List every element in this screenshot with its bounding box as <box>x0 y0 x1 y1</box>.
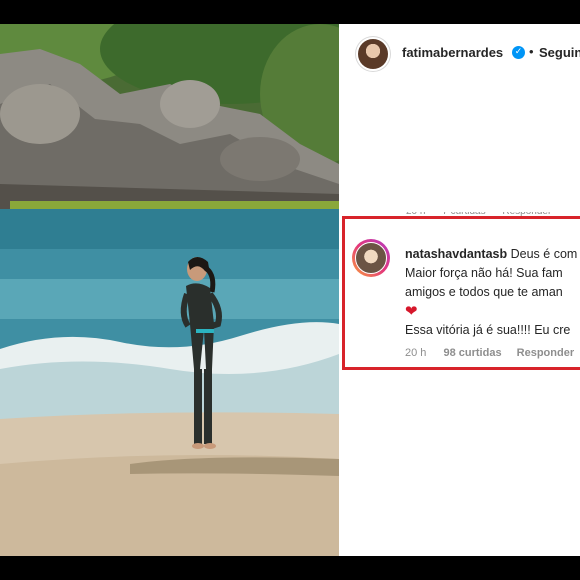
comment-final-line: Essa vitória já é sua!!!! Eu cre <box>405 323 571 337</box>
verified-badge-icon: ✓ <box>512 46 525 59</box>
comment-body: natashavdantasb Deus é com Maior força n… <box>405 245 580 340</box>
separator-dot: • <box>529 44 534 59</box>
comment-reply-button[interactable]: Responder <box>517 347 574 359</box>
comment-line-1: Deus é com <box>510 247 578 261</box>
previous-comment-likes[interactable]: 7 curtidas <box>442 212 485 217</box>
beach-photo-illustration <box>0 24 339 556</box>
heart-icon: ❤ <box>405 303 418 320</box>
author-username[interactable]: fatimabernardes <box>402 45 503 60</box>
post-header: fatimabernardes ✓ • Seguin <box>339 24 580 84</box>
comment-line-2: Maior força não há! Sua fam <box>405 266 563 280</box>
commenter-username[interactable]: natashavdantasb <box>405 247 507 261</box>
comment-time: 20 h <box>405 347 427 359</box>
previous-comment-meta: 20 h 7 curtidas Responder <box>406 206 565 217</box>
author-avatar[interactable] <box>358 39 388 69</box>
comment-meta: 20 h 98 curtidas Responder <box>405 347 574 359</box>
commenter-avatar[interactable] <box>352 239 390 277</box>
post-photo[interactable] <box>0 24 339 556</box>
commenter-avatar-photo <box>355 242 387 274</box>
previous-comment-time: 20 h <box>406 206 426 217</box>
comment-line-3: amigos e todos que te aman <box>405 285 563 299</box>
comment-likes[interactable]: 98 curtidas <box>443 347 501 359</box>
previous-comment-reply[interactable]: Responder <box>502 212 551 217</box>
follow-button[interactable]: Seguin <box>539 45 580 60</box>
